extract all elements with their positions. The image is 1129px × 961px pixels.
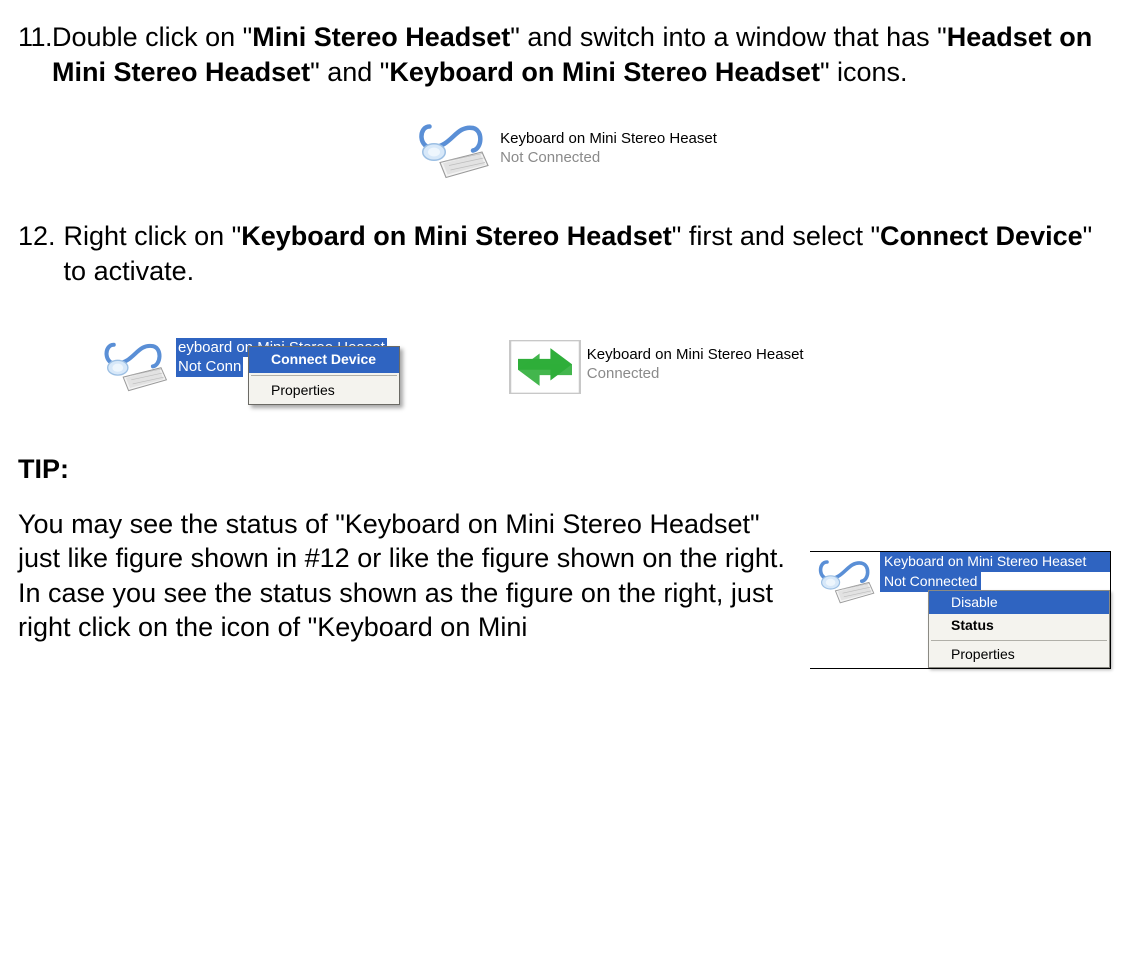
tip-heading: TIP: <box>18 452 1111 487</box>
menu-disable[interactable]: Disable <box>929 591 1109 615</box>
tip-section: TIP: You may see the status of "Keyboard… <box>18 452 1111 669</box>
tip-text: You may see the status of "Keyboard on M… <box>18 507 790 645</box>
text: Right click on " <box>64 221 242 251</box>
device-keyboard-not-connected[interactable]: Keyboard on Mini Stereo Heaset Not Conne… <box>412 119 717 179</box>
keyboard-headset-icon[interactable] <box>814 556 876 604</box>
figure-step12: eyboard on Mini Stereo Heaset Not Conn C… <box>98 338 1111 392</box>
device-status: Connected <box>587 365 804 384</box>
figure-step11: Keyboard on Mini Stereo Heaset Not Conne… <box>18 119 1111 179</box>
device-with-context-menu: eyboard on Mini Stereo Heaset Not Conn C… <box>98 338 387 392</box>
text: " icons. <box>820 57 908 87</box>
bold: Keyboard on Mini Stereo Headset <box>389 57 820 87</box>
bold: Mini Stereo Headset <box>252 22 510 52</box>
tip-figure: Keyboard on Mini Stereo Heaset Not Conne… <box>810 551 1111 670</box>
connected-overlay-icon <box>509 340 581 394</box>
device-status-selected: Not Connected <box>880 572 981 592</box>
step-body: Right click on "Keyboard on Mini Stereo … <box>64 219 1111 288</box>
step-11: 11. Double click on "Mini Stereo Headset… <box>18 20 1111 89</box>
device-status-partial: Not Conn <box>176 357 243 376</box>
step-12: 12. Right click on "Keyboard on Mini Ste… <box>18 219 1111 288</box>
menu-connect-device[interactable]: Connect Device <box>249 347 399 373</box>
menu-properties[interactable]: Properties <box>249 378 399 404</box>
tip-paragraph: You may see the status of "Keyboard on M… <box>18 509 785 574</box>
menu-properties[interactable]: Properties <box>929 643 1109 667</box>
keyboard-headset-icon <box>412 119 492 179</box>
device-keyboard-connected[interactable]: Keyboard on Mini Stereo Heaset Connected <box>507 338 804 392</box>
step-body: Double click on "Mini Stereo Headset" an… <box>52 20 1111 89</box>
menu-separator <box>931 640 1107 641</box>
menu-separator <box>251 375 397 376</box>
text: " and " <box>310 57 389 87</box>
keyboard-headset-icon[interactable] <box>98 338 170 392</box>
device-status: Not Connected <box>500 149 717 168</box>
bold: Connect Device <box>880 221 1083 251</box>
text: " first and select " <box>672 221 880 251</box>
step-number: 12. <box>18 219 56 254</box>
menu-status[interactable]: Status <box>929 614 1109 638</box>
device-label: Keyboard on Mini Stereo Heaset Not Conne… <box>500 130 717 168</box>
text: " and switch into a window that has " <box>510 22 946 52</box>
device-title: Keyboard on Mini Stereo Heaset <box>587 346 804 365</box>
bold: Keyboard on Mini Stereo Headset <box>241 221 672 251</box>
context-menu: Connect Device Properties <box>248 346 400 405</box>
text: Double click on " <box>52 22 252 52</box>
step-number: 11. <box>18 20 52 55</box>
device-title-selected: Keyboard on Mini Stereo Heaset <box>880 552 1110 572</box>
keyboard-headset-icon <box>507 338 579 392</box>
device-label: Keyboard on Mini Stereo Heaset Connected <box>587 346 804 384</box>
tip-paragraph: In case you see the status shown as the … <box>18 578 773 643</box>
device-title: Keyboard on Mini Stereo Heaset <box>500 130 717 149</box>
context-menu: Disable Status Properties <box>928 590 1110 669</box>
